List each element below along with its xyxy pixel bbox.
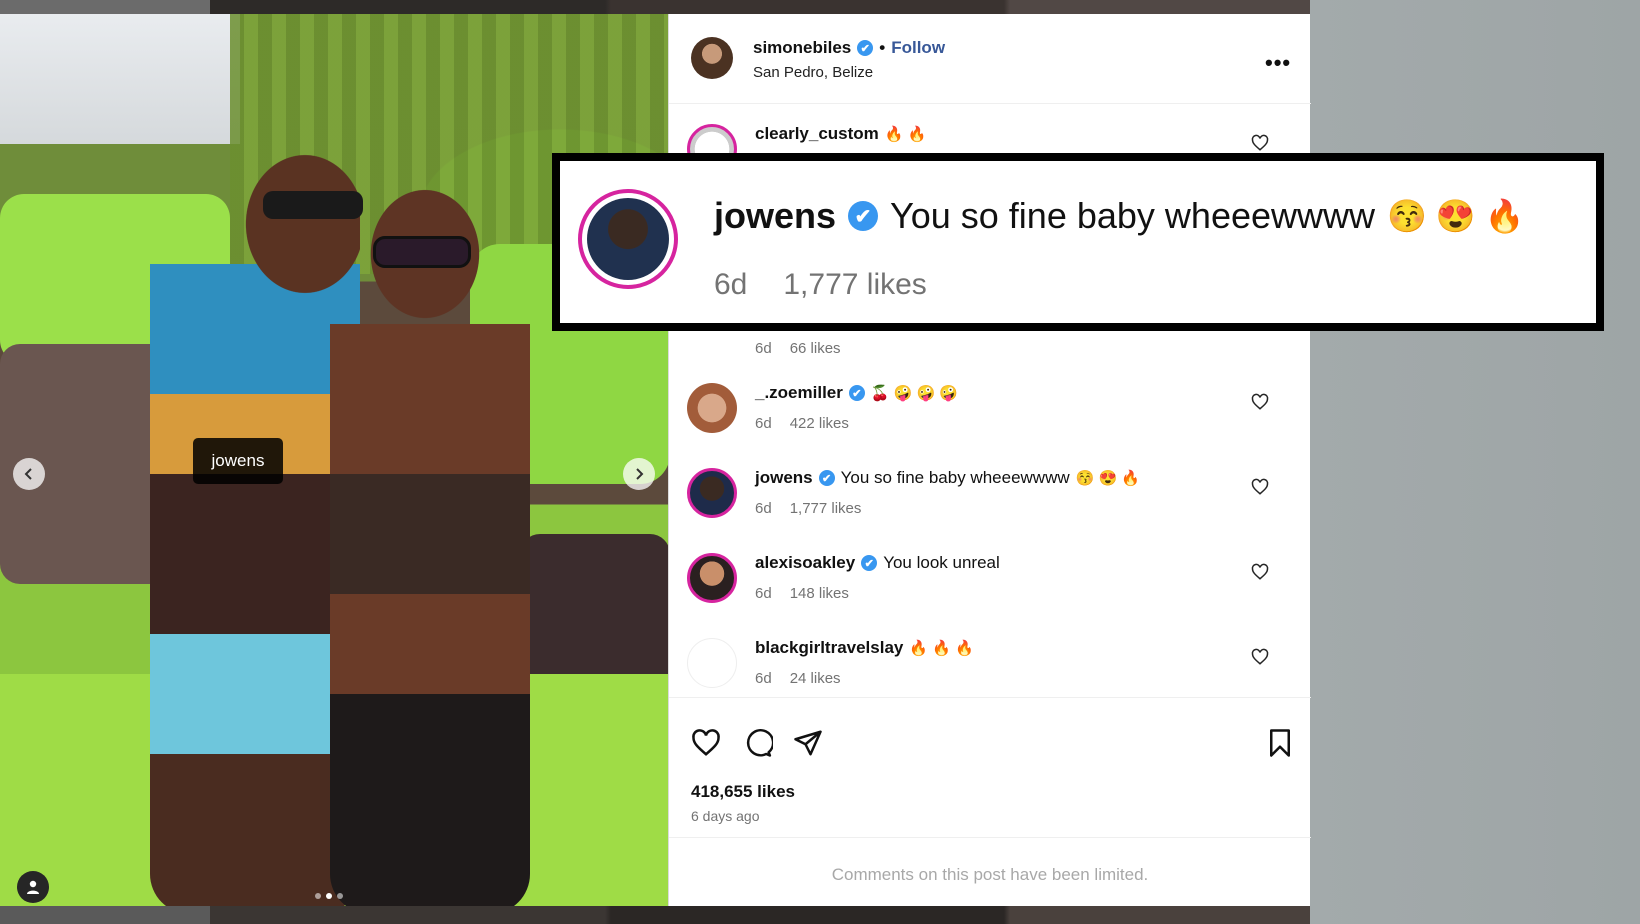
- callout-time: 6d: [714, 268, 748, 301]
- comment-likes[interactable]: 148 likes: [790, 585, 849, 602]
- post-timestamp: 6 days ago: [691, 808, 760, 824]
- carousel-dot-active: [326, 893, 332, 899]
- verified-badge-icon: ✔: [818, 470, 835, 486]
- carousel-dot: [315, 893, 321, 899]
- verified-badge-icon: ✔: [848, 385, 865, 401]
- comment-emoji: 🔥 🔥: [884, 126, 927, 143]
- callout-avatar-photo: [587, 198, 669, 280]
- comment-emoji: 😚 😍 🔥: [1075, 470, 1141, 487]
- author-avatar[interactable]: [691, 37, 733, 79]
- commenter-avatar[interactable]: [687, 383, 737, 433]
- verified-badge-icon: ✔: [857, 40, 874, 56]
- verified-badge-icon: ✔: [848, 201, 879, 231]
- like-heart-icon[interactable]: [691, 728, 721, 758]
- photo-person-man: [150, 154, 360, 906]
- header-separator: •: [879, 38, 886, 57]
- commenter-username[interactable]: _.zoemiller: [755, 383, 843, 403]
- callout-avatar: [578, 189, 678, 289]
- comment-time: 6d: [755, 500, 772, 517]
- comment-likes[interactable]: 1,777 likes: [790, 500, 862, 517]
- comment-bubble-icon[interactable]: [743, 728, 773, 758]
- comment-likes[interactable]: 24 likes: [790, 670, 841, 687]
- like-comment-heart-icon[interactable]: [1251, 563, 1269, 581]
- photo-canopy: [0, 14, 240, 144]
- comment-time: 6d: [755, 415, 772, 432]
- verified-badge-icon: ✔: [861, 555, 878, 571]
- commenter-avatar[interactable]: [687, 553, 737, 603]
- comment-text: You so fine baby wheeewwww: [840, 468, 1070, 487]
- photo-sunglasses-man: [263, 191, 363, 219]
- post-location[interactable]: San Pedro, Belize: [753, 64, 873, 81]
- comment-likes[interactable]: 66 likes: [790, 340, 841, 357]
- background-strip-top: [0, 0, 1640, 14]
- like-comment-heart-icon[interactable]: [1251, 134, 1269, 152]
- callout-username: jowens: [714, 195, 837, 236]
- tagged-users-button[interactable]: [17, 871, 49, 903]
- post-photo[interactable]: jowens: [0, 14, 668, 906]
- comment-item: _.zoemiller ✔ 🍒 🤪 🤪 🤪 6d 422 likes: [669, 379, 1311, 459]
- comment-likes[interactable]: 422 likes: [790, 415, 849, 432]
- user-icon: [27, 880, 39, 894]
- post-actions: 418,655 likes 6 days ago: [669, 697, 1311, 837]
- zoomed-comment-callout: jowens ✔ You so fine baby wheeewwww 😚 😍 …: [552, 153, 1604, 331]
- author-line: simonebiles ✔ • Follow: [753, 38, 945, 58]
- comment-emoji: 🍒 🤪 🤪 🤪: [870, 385, 959, 402]
- callout-emoji: 😚 😍 🔥: [1387, 198, 1525, 234]
- comment-time: 6d: [755, 585, 772, 602]
- comments-limited-notice: Comments on this post have been limited.: [669, 837, 1311, 906]
- author-username[interactable]: simonebiles: [753, 38, 851, 58]
- share-send-icon[interactable]: [793, 728, 823, 758]
- commenter-username[interactable]: jowens: [755, 468, 813, 488]
- comment-time: 6d: [755, 340, 772, 357]
- post-side-panel: simonebiles ✔ • Follow San Pedro, Belize…: [668, 14, 1311, 906]
- photo-sunglasses-woman: [373, 236, 471, 268]
- comment-item: jowens ✔ You so fine baby wheeewwww 😚 😍 …: [669, 464, 1311, 544]
- photo-user-tag[interactable]: jowens: [193, 438, 283, 484]
- background-strip-bottom: [0, 906, 1310, 924]
- comment-item: alexisoakley ✔ You look unreal 6d 148 li…: [669, 549, 1311, 629]
- callout-comment-text: You so fine baby wheeewwww: [890, 195, 1375, 236]
- comment-time: 6d: [755, 670, 772, 687]
- next-photo-button[interactable]: [623, 458, 655, 490]
- post-likes-count[interactable]: 418,655 likes: [691, 782, 795, 802]
- bookmark-icon[interactable]: [1265, 728, 1295, 758]
- commenter-avatar[interactable]: [687, 468, 737, 518]
- chevron-right-icon: [636, 468, 644, 480]
- callout-likes: 1,777 likes: [783, 268, 927, 301]
- like-comment-heart-icon[interactable]: [1251, 393, 1269, 411]
- follow-button[interactable]: Follow: [891, 38, 945, 58]
- chevron-left-icon: [24, 468, 32, 480]
- commenter-username[interactable]: blackgirltravelslay: [755, 638, 903, 658]
- more-options-icon[interactable]: •••: [1265, 50, 1291, 76]
- commenter-username[interactable]: clearly_custom: [755, 124, 879, 144]
- comment-text: You look unreal: [883, 553, 1000, 572]
- commenter-username[interactable]: alexisoakley: [755, 553, 855, 573]
- like-comment-heart-icon[interactable]: [1251, 648, 1269, 666]
- carousel-dots: [315, 893, 343, 899]
- previous-photo-button[interactable]: [13, 458, 45, 490]
- like-comment-heart-icon[interactable]: [1251, 478, 1269, 496]
- photo-person-woman: [330, 174, 530, 906]
- post-header: simonebiles ✔ • Follow San Pedro, Belize…: [669, 14, 1311, 104]
- carousel-dot: [337, 893, 343, 899]
- comment-emoji: 🔥 🔥 🔥: [909, 640, 974, 657]
- commenter-avatar[interactable]: [687, 638, 737, 688]
